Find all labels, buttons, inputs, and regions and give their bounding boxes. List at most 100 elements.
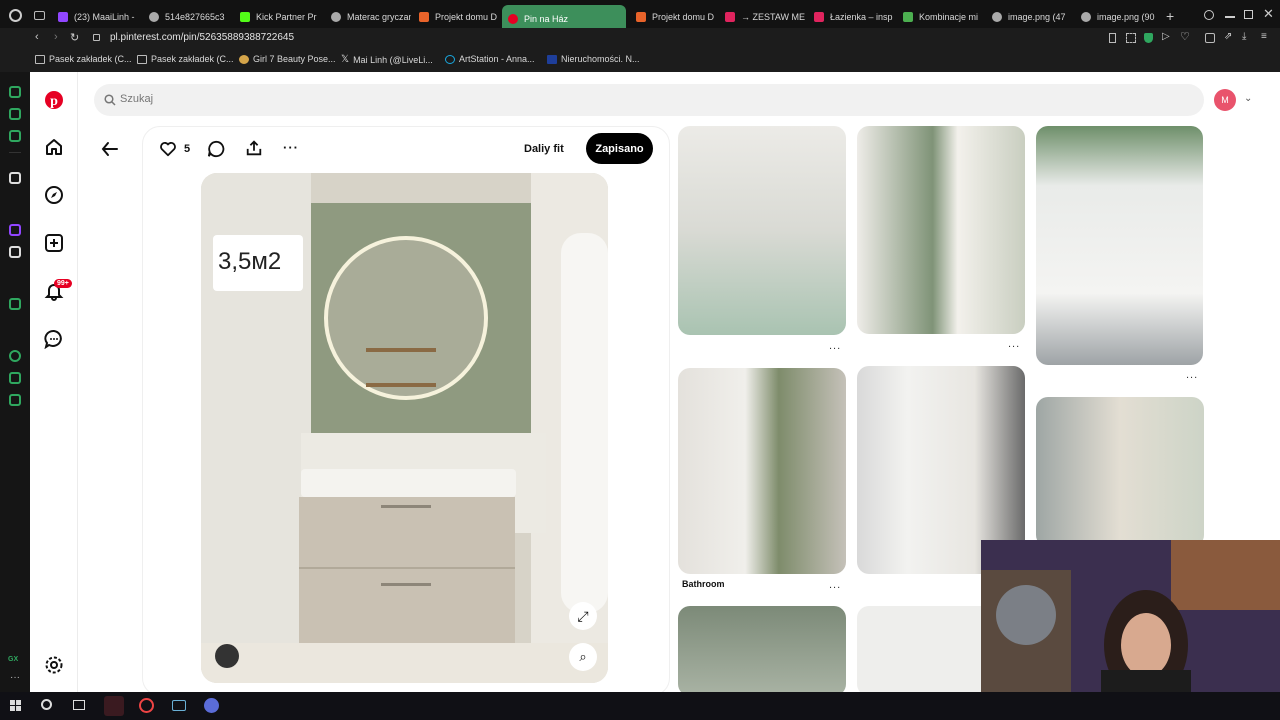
app-taskbar-icon[interactable]	[172, 700, 186, 711]
avatar[interactable]: M	[1214, 89, 1236, 111]
back-icon[interactable]: ‹	[35, 31, 39, 43]
messenger-icon[interactable]	[9, 86, 21, 98]
extensions-icon[interactable]	[1205, 33, 1215, 43]
k-icon	[814, 12, 824, 22]
menu-icon[interactable]: ≡	[1261, 31, 1267, 42]
pinterest-logo-icon[interactable]: p	[44, 90, 64, 110]
snapshot-icon[interactable]	[1126, 33, 1136, 43]
search-tabs-icon[interactable]	[1204, 10, 1214, 20]
bookmarks-bar: Pasek zakładek (C... Pasek zakładek (C..…	[0, 50, 1280, 72]
bookmark-item[interactable]: Girl 7 Beauty Pose...	[239, 54, 336, 64]
user-icon[interactable]	[215, 644, 239, 668]
more-icon[interactable]: ...	[1186, 369, 1198, 381]
notification-badge: 99+	[54, 279, 72, 288]
tab-zestaw[interactable]: → ZESTAW ME	[719, 6, 805, 28]
more-icon[interactable]: ...	[829, 340, 841, 352]
bookmark-item[interactable]: ArtStation - Anna...	[445, 54, 535, 64]
download-icon[interactable]: ⤓	[1242, 31, 1246, 42]
bookmark-folder[interactable]: Pasek zakładek (C...	[137, 54, 234, 64]
more-icon[interactable]: ...	[1008, 338, 1020, 350]
taskbar	[0, 692, 1280, 720]
tab-lazienka[interactable]: Łazienka – insp	[808, 6, 894, 28]
extensions-icon[interactable]	[9, 372, 21, 384]
play-icon[interactable]: ▷	[1162, 31, 1170, 42]
maximize-icon[interactable]	[1244, 10, 1253, 19]
reload-icon[interactable]: ↻	[70, 31, 79, 44]
tab-twitch[interactable]: (23) MaaiLinh -	[52, 6, 138, 28]
app-taskbar-icon[interactable]	[139, 698, 154, 713]
twitch-icon[interactable]	[9, 224, 21, 236]
opera-taskbar-icon[interactable]	[104, 696, 124, 716]
bookmark-item[interactable]: 𝕏 Mai Linh (@LiveLi...	[341, 54, 433, 65]
search-input[interactable]: Szukaj	[120, 93, 153, 105]
heart-icon[interactable]: ♡	[1180, 30, 1190, 43]
messages-icon[interactable]	[44, 329, 64, 349]
tab-hash[interactable]: 514e827665c3	[143, 6, 229, 28]
tab-title: Łazienka – insp	[830, 12, 893, 22]
gx-icon[interactable]: GX	[8, 656, 18, 663]
task-view-icon[interactable]	[73, 700, 85, 710]
bookmark-folder[interactable]: Pasek zakładek (C...	[35, 54, 132, 64]
create-icon[interactable]	[44, 233, 64, 253]
minimize-icon[interactable]	[1225, 16, 1235, 18]
bookmark-label: Mai Linh (@LiveLi...	[353, 54, 433, 65]
x-icon[interactable]	[9, 246, 21, 258]
tab-projekt-2[interactable]: Projekt domu D	[630, 6, 716, 28]
settings-icon[interactable]	[9, 394, 21, 406]
tab-materac[interactable]: Materac gryczan	[325, 6, 411, 28]
settings-icon[interactable]	[44, 655, 64, 675]
close-icon[interactable]: ✕	[1263, 6, 1274, 22]
grid-pin-7[interactable]	[678, 606, 846, 692]
shield-icon[interactable]	[1144, 33, 1153, 43]
chevron-down-icon[interactable]: ⌄	[1244, 93, 1252, 104]
new-tab-icon[interactable]: +	[1166, 8, 1174, 24]
more-icon[interactable]: ...	[829, 579, 841, 591]
globe-icon	[1081, 12, 1091, 22]
grid-pin-1[interactable]	[678, 126, 846, 335]
pin-caption[interactable]: Bathroom	[682, 579, 725, 589]
grid-pin-4[interactable]	[678, 368, 846, 574]
heart-icon[interactable]	[159, 140, 177, 158]
app-icon[interactable]	[9, 130, 21, 142]
share-icon[interactable]	[245, 139, 263, 157]
grid-pin-2[interactable]	[857, 126, 1025, 334]
more-icon[interactable]: ···	[283, 140, 299, 155]
search-bar[interactable]	[94, 84, 1204, 116]
visual-search-icon[interactable]: ⌕	[569, 643, 597, 671]
explore-icon[interactable]	[44, 185, 64, 205]
more-icon[interactable]: ···	[10, 672, 20, 683]
home-icon[interactable]	[44, 137, 64, 157]
bookmark-icon[interactable]	[1109, 33, 1116, 43]
share-icon[interactable]: ⇗	[1224, 31, 1232, 42]
grid-pin-3[interactable]	[1036, 126, 1203, 365]
back-arrow-icon[interactable]	[100, 139, 120, 159]
tab-image-1[interactable]: image.png (47	[986, 6, 1072, 28]
instagram-icon[interactable]	[9, 108, 21, 120]
pinterest-icon	[508, 13, 518, 24]
folder-icon	[137, 54, 147, 64]
expand-icon[interactable]: ⤢	[569, 602, 597, 630]
forward-icon[interactable]: ›	[54, 31, 58, 43]
webcam-feed	[981, 540, 1280, 692]
url-field[interactable]: pl.pinterest.com/pin/52635889388722645	[110, 32, 294, 43]
player-icon[interactable]	[9, 298, 21, 310]
grid-pin-6[interactable]	[1036, 397, 1204, 547]
tab-title: Projekt domu D	[435, 12, 498, 22]
search-icon[interactable]	[41, 699, 52, 710]
saved-button[interactable]: Zapisano	[586, 133, 653, 164]
history-icon[interactable]	[9, 350, 21, 362]
bookmark-item[interactable]: Nieruchomości. N...	[547, 54, 640, 64]
comment-icon[interactable]	[207, 140, 225, 158]
board-name[interactable]: Daliy fit	[524, 143, 564, 155]
tab-kick[interactable]: Kick Partner Pr	[234, 6, 320, 28]
aria-icon[interactable]	[9, 172, 21, 184]
workspaces-icon[interactable]	[34, 11, 45, 20]
tab-projekt[interactable]: Projekt domu D	[413, 6, 499, 28]
search-icon	[104, 94, 116, 106]
opera-logo-icon[interactable]	[9, 9, 22, 22]
tab-kombinacje[interactable]: Kombinacje mi	[897, 6, 983, 28]
app-taskbar-icon[interactable]	[204, 698, 219, 713]
globe-icon	[239, 54, 249, 64]
tab-image-2[interactable]: image.png (90	[1075, 6, 1161, 28]
windows-start-icon[interactable]	[10, 700, 21, 711]
